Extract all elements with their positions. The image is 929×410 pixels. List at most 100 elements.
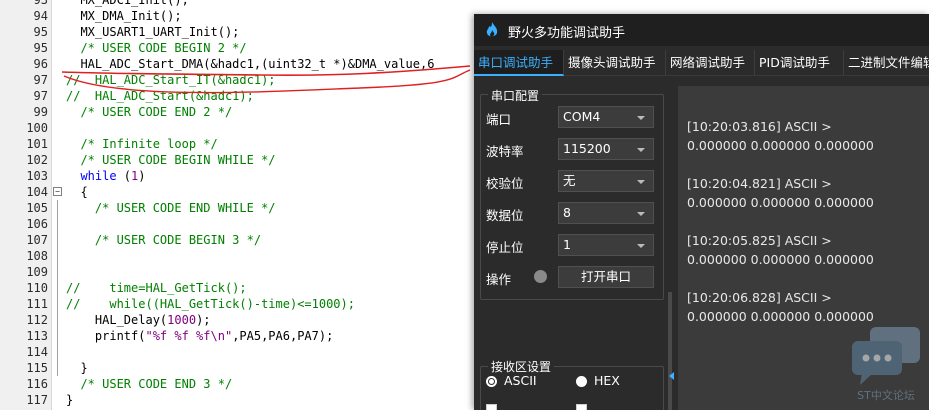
databits-value: 8 (563, 205, 571, 220)
code-text: /* USER CODE END 2 */ (66, 105, 233, 119)
received-data: 0.000000 0.000000 0.000000 (687, 252, 874, 267)
settings-panel: 串口配置 端口 COM4 波特率 115200 校验位 无 数据位 8 停止位 … (480, 86, 668, 410)
line-number: 114 (26, 345, 48, 359)
tab-binary-editor[interactable]: 二进制文件编辑 (844, 50, 929, 76)
tab-network-assistant[interactable]: 网络调试助手 (666, 50, 755, 76)
code-text: } (66, 361, 88, 375)
collapse-arrow-icon[interactable] (669, 372, 674, 380)
serial-config-title: 串口配置 (488, 87, 543, 104)
received-timestamp: [10:20:06.828] ASCII > (687, 290, 832, 305)
chevron-down-icon (637, 244, 645, 248)
line-number: 99 (33, 105, 48, 119)
flame-logo-icon (486, 22, 498, 37)
databits-label: 数据位 (486, 208, 524, 223)
stopbits-value: 1 (563, 237, 571, 252)
code-text: MX_ADC1_Init(); (66, 0, 189, 7)
action-label: 操作 (486, 272, 512, 287)
port-value: COM4 (563, 109, 601, 124)
code-text: // while((HAL_GetTick()-time)<=1000); (66, 297, 355, 311)
tab-camera-assistant[interactable]: 摄像头调试助手 (564, 50, 666, 76)
code-text: MX_USART1_UART_Init(); (66, 25, 240, 39)
fold-toggle-icon[interactable]: − (53, 187, 62, 196)
line-number: 115 (26, 361, 48, 375)
line-number: 117 (26, 393, 48, 407)
line-number: 97 (33, 73, 48, 87)
parity-label: 校验位 (486, 176, 524, 191)
port-label: 端口 (486, 112, 512, 127)
code-text: /* USER CODE END 3 */ (66, 377, 233, 391)
port-select[interactable]: COM4 (558, 106, 654, 128)
line-number: 95 (33, 25, 48, 39)
code-text: { (66, 185, 88, 199)
line-number: 105 (26, 201, 48, 215)
code-text: /* USER CODE BEGIN WHILE */ (66, 153, 276, 167)
stopbits-label: 停止位 (486, 240, 524, 255)
code-text: printf("%f %f %f\n",PA5,PA6,PA7); (66, 329, 334, 343)
code-line: 93 MX_ADC1_Init(); (0, 0, 929, 8)
chevron-down-icon (637, 116, 645, 120)
stopbits-select[interactable]: 1 (558, 234, 654, 256)
line-number: 113 (26, 329, 48, 343)
tool-tabbar: 串口调试助手 摄像头调试助手 网络调试助手 PID调试助手 二进制文件编辑 (474, 50, 929, 76)
code-text: // time=HAL_GetTick(); (66, 281, 247, 295)
line-number: 107 (26, 233, 48, 247)
baud-label: 波特率 (486, 144, 524, 159)
line-number: 94 (33, 9, 48, 23)
option-checkbox[interactable] (486, 404, 497, 410)
chat-bubble-icon (852, 327, 920, 385)
line-number: 102 (26, 153, 48, 167)
ascii-radio[interactable] (486, 376, 497, 387)
ascii-radio-label: ASCII (504, 373, 537, 388)
open-port-button[interactable]: 打开串口 (558, 266, 654, 288)
hex-radio-label: HEX (594, 373, 620, 388)
code-text: MX_DMA_Init(); (66, 9, 182, 23)
red-annotation-underline (61, 65, 471, 94)
received-data: 0.000000 0.000000 0.000000 (687, 309, 874, 324)
code-text: /* USER CODE BEGIN 2 */ (66, 41, 247, 55)
hex-radio[interactable] (576, 376, 587, 387)
received-data: 0.000000 0.000000 0.000000 (687, 195, 874, 210)
line-number: 100 (26, 121, 48, 135)
line-number: 103 (26, 169, 48, 183)
chevron-down-icon (637, 148, 645, 152)
option-checkbox[interactable] (576, 404, 587, 410)
watermark-text: ST中文论坛 (857, 389, 915, 402)
fold-guide-line (57, 200, 58, 376)
parity-select[interactable]: 无 (558, 170, 654, 192)
settings-scrollbar[interactable] (668, 292, 672, 410)
tab-pid-assistant[interactable]: PID调试助手 (755, 50, 844, 76)
parity-value: 无 (563, 173, 576, 188)
code-text: HAL_Delay(1000); (66, 313, 211, 327)
code-text: /* Infinite loop */ (66, 137, 218, 151)
code-text: /* USER CODE BEGIN 3 */ (66, 233, 262, 247)
forum-watermark: ST中文论坛 (848, 325, 924, 405)
line-number: 96 (33, 57, 48, 71)
line-number: 104 (26, 185, 48, 199)
line-number: 109 (26, 265, 48, 279)
code-text: } (66, 393, 74, 407)
line-number: 112 (26, 313, 48, 327)
line-number: 106 (26, 217, 48, 231)
port-status-indicator (534, 270, 547, 283)
baud-select[interactable]: 115200 (558, 138, 654, 160)
line-number: 95 (33, 41, 48, 55)
line-number: 108 (26, 249, 48, 263)
received-timestamp: [10:20:04.821] ASCII > (687, 176, 832, 191)
databits-select[interactable]: 8 (558, 202, 654, 224)
line-number: 93 (33, 0, 48, 7)
line-number: 97 (33, 89, 48, 103)
received-timestamp: [10:20:03.816] ASCII > (687, 119, 832, 134)
chevron-down-icon (637, 180, 645, 184)
line-number: 116 (26, 377, 48, 391)
window-titlebar[interactable]: 野火多功能调试助手 (474, 14, 929, 46)
line-number: 101 (26, 137, 48, 151)
line-number: 110 (26, 281, 48, 295)
window-title: 野火多功能调试助手 (508, 26, 626, 41)
code-text: /* USER CODE END WHILE */ (66, 201, 276, 215)
baud-value: 115200 (563, 141, 611, 156)
chevron-down-icon (637, 212, 645, 216)
tab-serial-assistant[interactable]: 串口调试助手 (474, 50, 564, 76)
line-number: 111 (26, 297, 48, 311)
code-text: while (1) (80, 169, 146, 183)
received-data: 0.000000 0.000000 0.000000 (687, 138, 874, 153)
